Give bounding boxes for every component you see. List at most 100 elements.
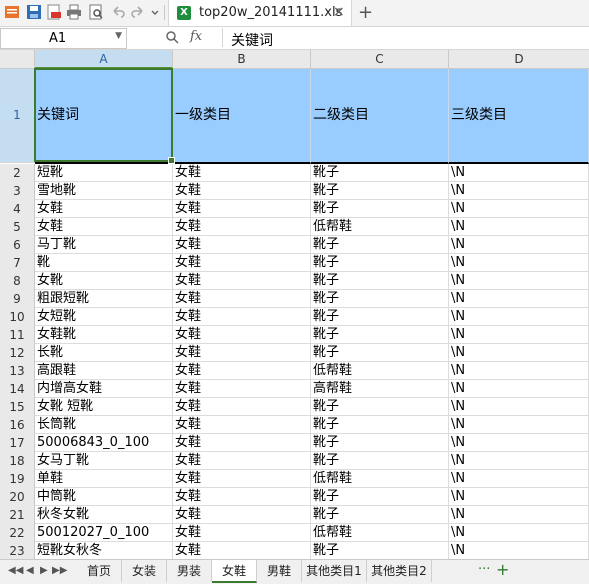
table-cell[interactable]: 靴子 [311, 272, 449, 290]
table-cell[interactable]: 靴子 [311, 452, 449, 470]
table-cell[interactable]: 短靴 [35, 164, 173, 182]
table-cell[interactable]: 靴子 [311, 488, 449, 506]
row-header[interactable]: 16 [0, 416, 35, 435]
table-cell[interactable]: 女鞋 [173, 398, 311, 416]
header-cell-level1-category[interactable]: 一级类目 [173, 69, 311, 164]
table-cell[interactable]: 低帮鞋 [311, 218, 449, 236]
table-cell[interactable]: 低帮鞋 [311, 362, 449, 380]
table-cell[interactable]: \N [449, 308, 589, 326]
row-header[interactable]: 7 [0, 254, 35, 273]
table-cell[interactable]: 女鞋 [173, 218, 311, 236]
table-cell[interactable]: 女鞋靴 [35, 326, 173, 344]
table-cell[interactable]: \N [449, 398, 589, 416]
table-cell[interactable]: \N [449, 470, 589, 488]
table-cell[interactable]: 女鞋 [173, 200, 311, 218]
table-cell[interactable]: \N [449, 272, 589, 290]
table-cell[interactable]: \N [449, 254, 589, 272]
table-cell[interactable]: 短靴女秋冬 [35, 542, 173, 559]
sheet-tab[interactable]: 女鞋 [212, 560, 257, 583]
document-tab[interactable]: X top20w_20141111.xls × [168, 0, 352, 26]
select-all-corner[interactable] [0, 50, 35, 69]
table-cell[interactable]: 靴子 [311, 398, 449, 416]
row-header[interactable]: 5 [0, 218, 35, 237]
row-header[interactable]: 4 [0, 200, 35, 219]
table-cell[interactable]: 靴子 [311, 326, 449, 344]
table-cell[interactable]: 靴子 [311, 254, 449, 272]
app-menu-icon[interactable] [4, 4, 20, 20]
table-cell[interactable]: 50006843_0_100 [35, 434, 173, 452]
table-cell[interactable]: 高跟鞋 [35, 362, 173, 380]
table-cell[interactable]: \N [449, 362, 589, 380]
redo-icon[interactable] [130, 4, 146, 20]
insert-function-icon[interactable]: fx [190, 29, 202, 44]
row-header[interactable]: 8 [0, 272, 35, 291]
row-header[interactable]: 10 [0, 308, 35, 327]
sheet-tab[interactable]: 其他类目1 [302, 560, 367, 582]
table-cell[interactable]: 女鞋 [173, 488, 311, 506]
table-cell[interactable]: \N [449, 542, 589, 559]
row-header[interactable]: 17 [0, 434, 35, 453]
print-preview-icon[interactable] [88, 4, 104, 20]
row-header[interactable]: 12 [0, 344, 35, 363]
row-header[interactable]: 21 [0, 506, 35, 525]
row-header[interactable]: 14 [0, 380, 35, 399]
table-cell[interactable]: \N [449, 182, 589, 200]
table-cell[interactable]: 女马丁靴 [35, 452, 173, 470]
column-header-b[interactable]: B [173, 50, 311, 69]
header-cell-level3-category[interactable]: 三级类目 [449, 69, 589, 164]
table-cell[interactable]: 低帮鞋 [311, 470, 449, 488]
table-cell[interactable]: 靴子 [311, 164, 449, 182]
table-cell[interactable]: \N [449, 434, 589, 452]
sheet-tab[interactable]: 首页 [77, 560, 122, 582]
table-cell[interactable]: 女鞋 [35, 218, 173, 236]
table-cell[interactable]: 女鞋 [173, 452, 311, 470]
row-header[interactable]: 22 [0, 524, 35, 543]
row-header[interactable]: 9 [0, 290, 35, 309]
column-header-a[interactable]: A [35, 50, 173, 69]
row-header[interactable]: 13 [0, 362, 35, 381]
chevron-down-icon[interactable]: ▼ [115, 31, 122, 41]
table-cell[interactable]: 靴子 [311, 236, 449, 254]
table-cell[interactable]: 女鞋 [173, 254, 311, 272]
table-cell[interactable]: 靴子 [311, 308, 449, 326]
table-cell[interactable]: 女鞋 [173, 290, 311, 308]
table-cell[interactable]: 女鞋 [173, 344, 311, 362]
search-icon[interactable] [165, 30, 179, 48]
row-header[interactable]: 15 [0, 398, 35, 417]
table-cell[interactable]: 女靴 [35, 272, 173, 290]
table-cell[interactable]: 靴子 [311, 416, 449, 434]
table-cell[interactable]: \N [449, 326, 589, 344]
next-sheet-icon[interactable]: ▶ [40, 565, 48, 576]
undo-icon[interactable] [110, 4, 126, 20]
table-cell[interactable]: 靴子 [311, 200, 449, 218]
sheet-tab[interactable]: 男鞋 [257, 560, 302, 582]
table-cell[interactable]: 女鞋 [173, 308, 311, 326]
table-cell[interactable]: 秋冬女靴 [35, 506, 173, 524]
more-icon[interactable] [150, 4, 160, 20]
table-cell[interactable]: 靴子 [311, 290, 449, 308]
column-header-c[interactable]: C [311, 50, 449, 69]
table-cell[interactable]: 靴子 [311, 506, 449, 524]
table-cell[interactable]: 女靴 短靴 [35, 398, 173, 416]
table-cell[interactable]: 长靴 [35, 344, 173, 362]
name-box[interactable]: A1 ▼ [0, 28, 127, 49]
table-cell[interactable]: 女鞋 [173, 182, 311, 200]
table-cell[interactable]: 长筒靴 [35, 416, 173, 434]
table-cell[interactable]: 女鞋 [173, 362, 311, 380]
table-cell[interactable]: 女鞋 [173, 542, 311, 559]
table-cell[interactable]: 女鞋 [173, 434, 311, 452]
table-cell[interactable]: 女鞋 [173, 524, 311, 542]
table-cell[interactable]: 粗跟短靴 [35, 290, 173, 308]
table-cell[interactable]: 单鞋 [35, 470, 173, 488]
header-cell-level2-category[interactable]: 二级类目 [311, 69, 449, 164]
row-header[interactable]: 11 [0, 326, 35, 345]
print-icon[interactable] [66, 4, 82, 20]
table-cell[interactable]: 女鞋 [173, 380, 311, 398]
close-tab-icon[interactable]: × [333, 4, 345, 20]
table-cell[interactable]: \N [449, 344, 589, 362]
table-cell[interactable]: 内增高女鞋 [35, 380, 173, 398]
table-cell[interactable]: 靴子 [311, 182, 449, 200]
save-icon[interactable] [26, 4, 42, 20]
row-header[interactable]: 20 [0, 488, 35, 507]
table-cell[interactable]: 靴子 [311, 344, 449, 362]
